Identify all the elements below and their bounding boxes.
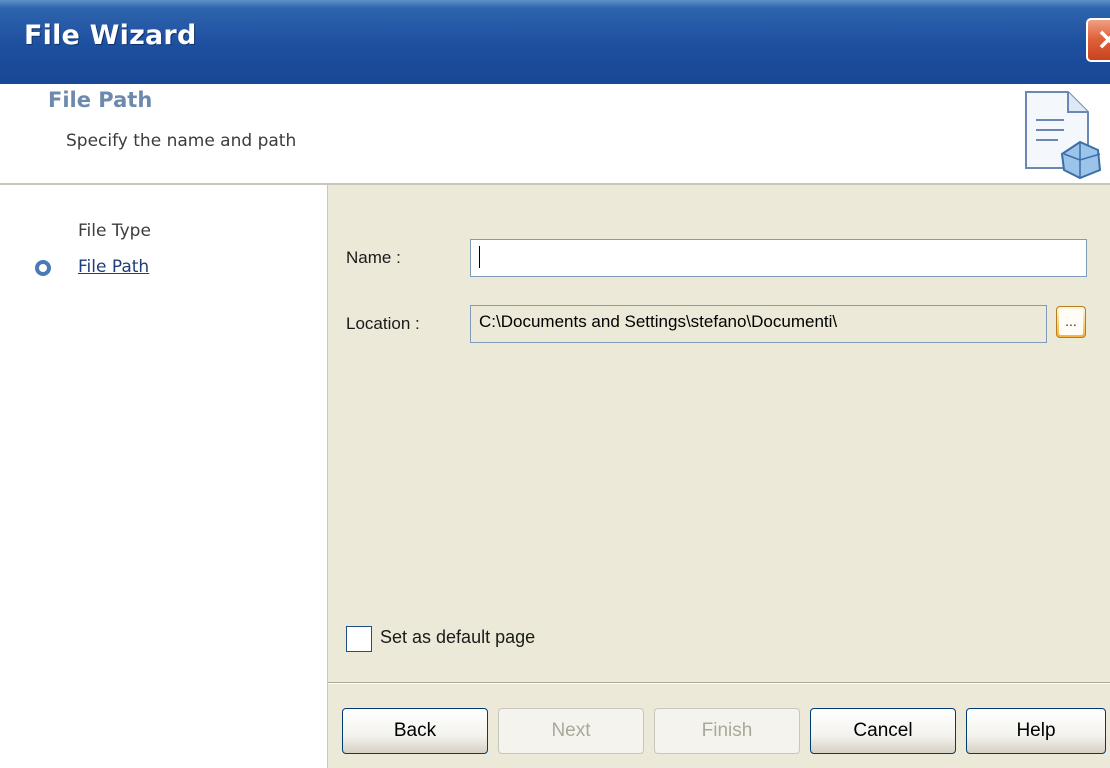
page-subtitle: Specify the name and path	[66, 131, 297, 151]
location-label: Location :	[346, 314, 420, 333]
location-field[interactable]: C:\Documents and Settings\stefano\Docume…	[470, 305, 1047, 343]
location-value: C:\Documents and Settings\stefano\Docume…	[479, 312, 838, 331]
name-input[interactable]	[470, 239, 1087, 277]
document-wizard-icon	[1025, 91, 1102, 180]
default-page-label[interactable]: Set as default page	[380, 627, 535, 648]
current-step-icon	[35, 260, 51, 276]
browse-button[interactable]: ...	[1056, 306, 1086, 338]
name-label: Name :	[346, 248, 401, 267]
divider	[328, 682, 1110, 684]
back-button[interactable]: Back	[342, 708, 488, 754]
ellipsis-icon: ...	[1059, 309, 1083, 335]
wizard-header: File Path Specify the name and path	[0, 84, 1110, 185]
text-cursor	[479, 246, 480, 268]
close-icon: ×	[1096, 22, 1110, 57]
page-title: File Path	[48, 88, 153, 112]
default-page-checkbox[interactable]	[346, 626, 372, 652]
cancel-button[interactable]: Cancel	[810, 708, 956, 754]
step-file-path[interactable]: File Path	[78, 257, 149, 277]
help-button[interactable]: Help	[966, 708, 1106, 754]
window-title: File Wizard	[24, 20, 197, 51]
title-bar: File Wizard ×	[0, 0, 1110, 84]
close-button[interactable]: ×	[1086, 18, 1110, 62]
step-file-type[interactable]: File Type	[78, 221, 151, 241]
finish-button[interactable]: Finish	[654, 708, 800, 754]
next-button[interactable]: Next	[498, 708, 644, 754]
